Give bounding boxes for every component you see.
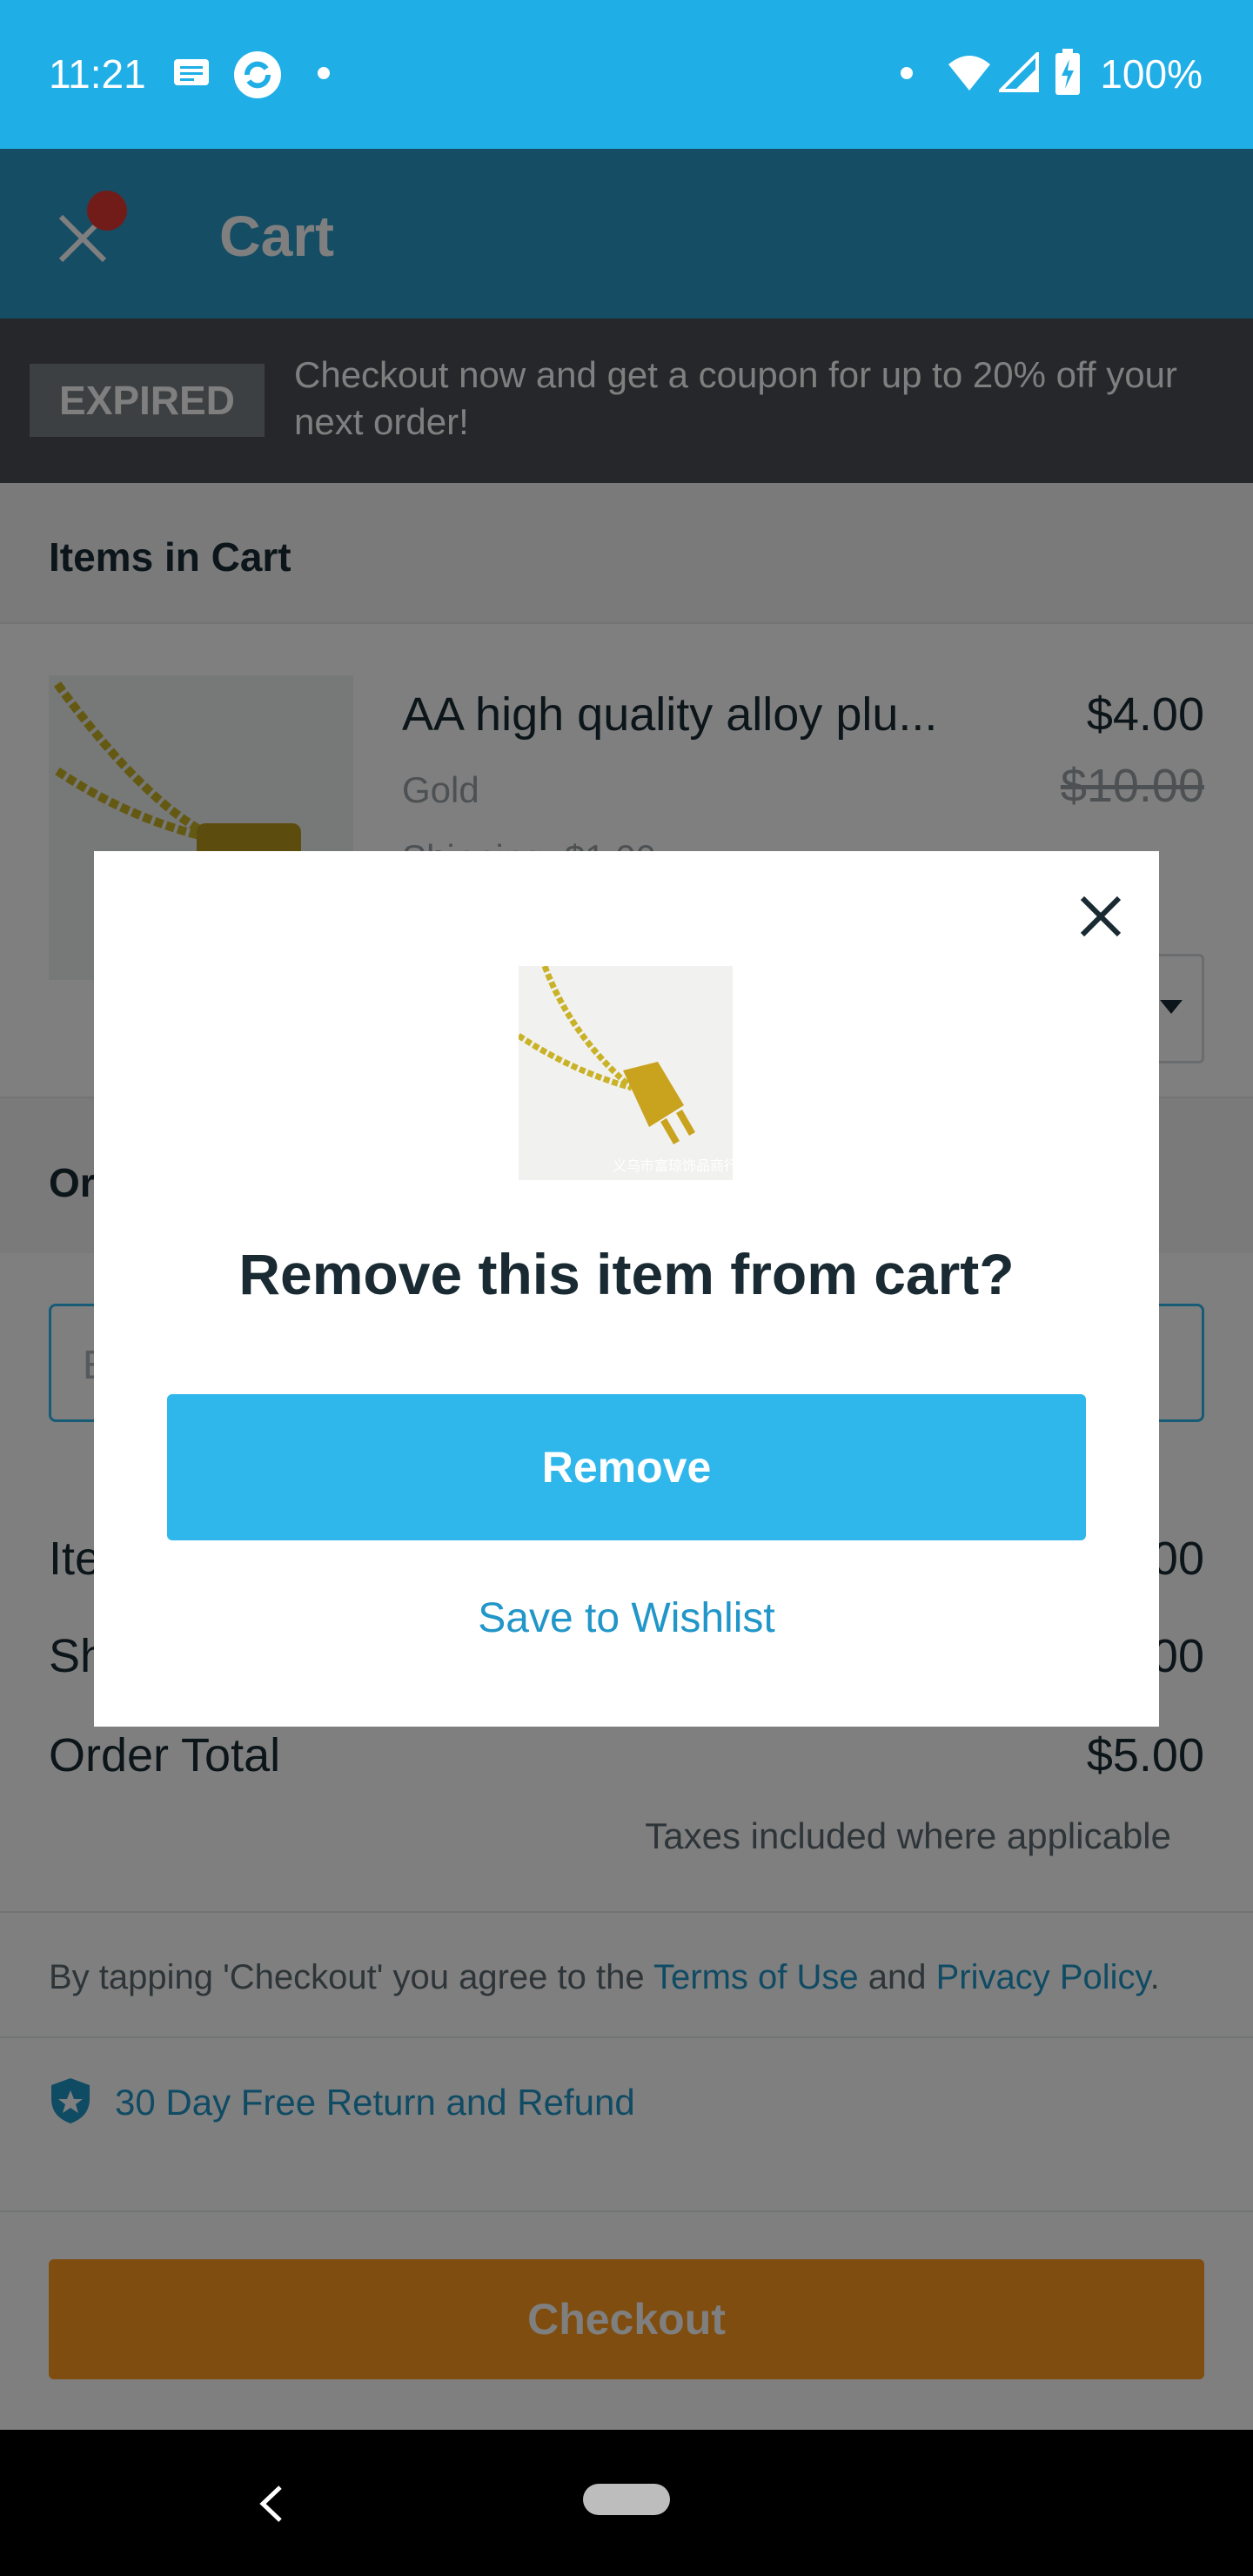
back-icon[interactable] bbox=[258, 2484, 284, 2524]
close-icon[interactable] bbox=[1070, 886, 1131, 947]
sync-icon bbox=[234, 51, 281, 98]
message-icon bbox=[174, 59, 209, 85]
battery-charging-icon bbox=[1055, 49, 1080, 95]
dot-icon bbox=[318, 67, 330, 79]
system-nav-bar bbox=[0, 2430, 1253, 2576]
signal-icon bbox=[999, 52, 1039, 92]
save-to-wishlist-button[interactable]: Save to Wishlist bbox=[94, 1594, 1159, 1642]
image-watermark: 义乌市富琼饰品商行 bbox=[613, 1159, 733, 1174]
dialog-title: Remove this item from cart? bbox=[238, 1242, 1015, 1306]
wifi-icon bbox=[948, 56, 990, 91]
status-time: 11:21 bbox=[49, 51, 146, 97]
remove-item-dialog: 义乌市富琼饰品商行 Remove this item from cart? Re… bbox=[94, 851, 1159, 1727]
dot-icon bbox=[901, 67, 913, 79]
necklace-image bbox=[519, 966, 695, 1144]
status-bar: 11:21 100% bbox=[0, 0, 1253, 149]
battery-percentage: 100% bbox=[1100, 51, 1203, 97]
item-image: 义乌市富琼饰品商行 bbox=[519, 966, 733, 1180]
home-pill[interactable] bbox=[583, 2484, 670, 2515]
remove-button[interactable]: Remove bbox=[167, 1394, 1086, 1540]
